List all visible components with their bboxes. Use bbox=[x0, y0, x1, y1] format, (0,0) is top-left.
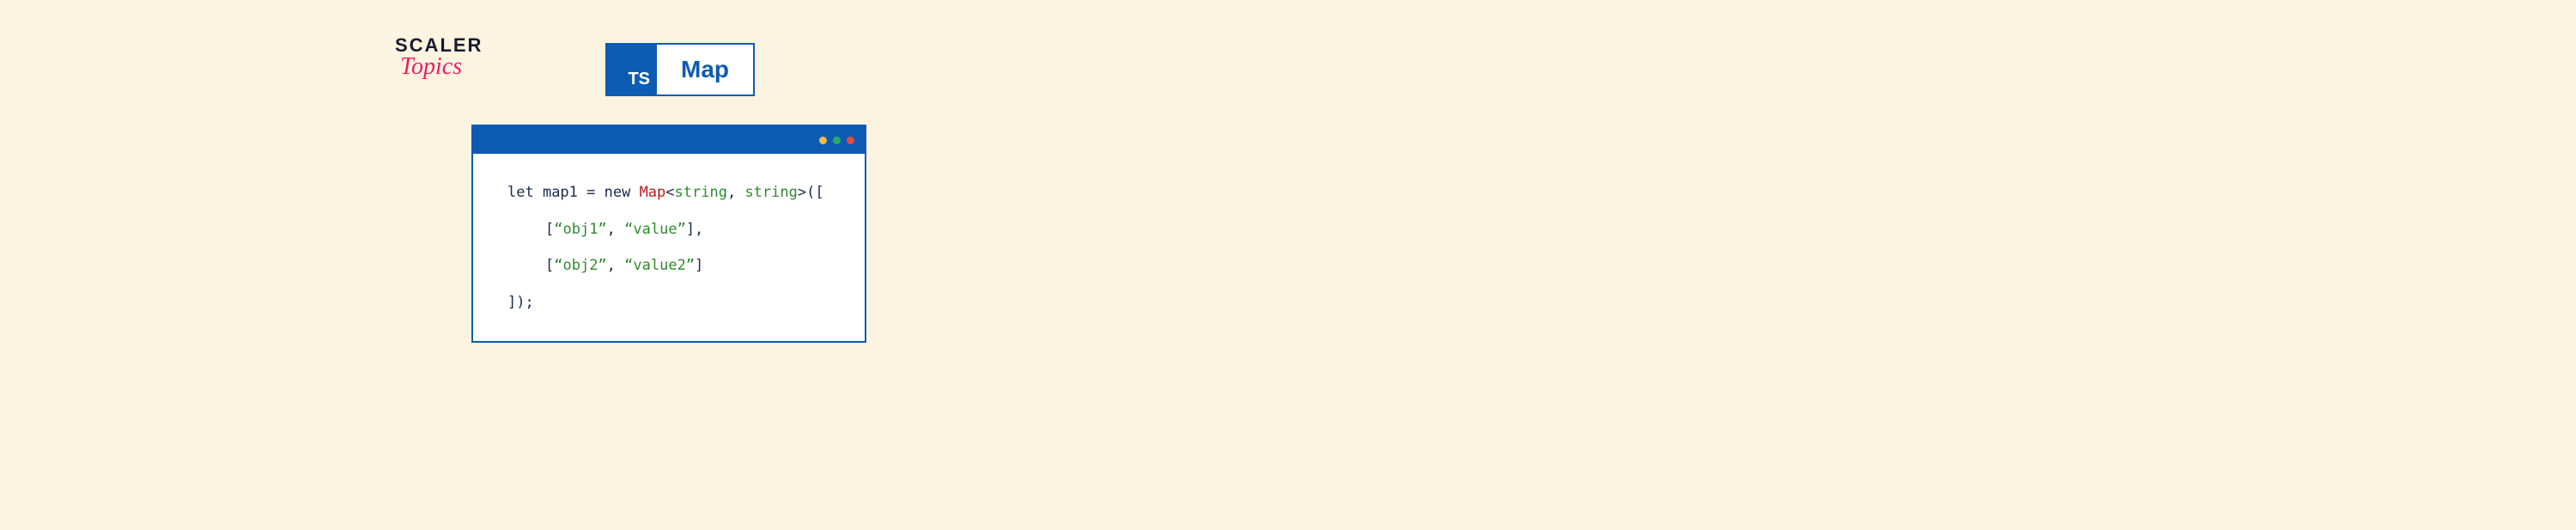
code-line-3: [“obj2”, “value2”] bbox=[507, 247, 844, 284]
ts-badge-text: TS bbox=[628, 70, 650, 89]
title-box: TS Map bbox=[605, 43, 755, 96]
logo-line2: Topics bbox=[400, 53, 462, 81]
code-line-4: ]); bbox=[507, 284, 844, 321]
code-line-1: let map1 = new Map<string, string>([ bbox=[507, 174, 844, 211]
code-body: let map1 = new Map<string, string>([ [“o… bbox=[473, 154, 865, 341]
code-window: let map1 = new Map<string, string>([ [“o… bbox=[471, 125, 866, 343]
ts-badge: TS bbox=[607, 45, 657, 94]
title-text: Map bbox=[657, 45, 753, 94]
code-line-2: [“obj1”, “value”], bbox=[507, 211, 844, 248]
window-dot-yellow-icon bbox=[819, 137, 827, 144]
scaler-logo: SCALER Topics bbox=[395, 34, 483, 81]
window-dot-red-icon bbox=[847, 137, 854, 144]
window-titlebar bbox=[473, 126, 865, 154]
window-dot-green-icon bbox=[833, 137, 841, 144]
